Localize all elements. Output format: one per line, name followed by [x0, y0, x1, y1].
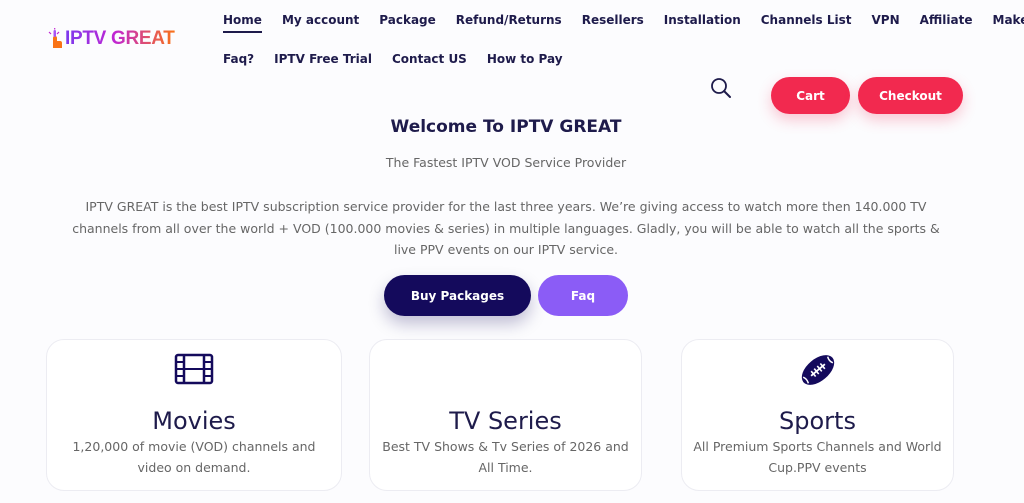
nav-home[interactable]: Home [213, 10, 272, 33]
nav-affiliate[interactable]: Affiliate [910, 10, 983, 30]
feature-title: Movies [152, 407, 236, 435]
feature-card-sports: Sports All Premium Sports Channels and W… [681, 339, 954, 491]
hero-description: IPTV GREAT is the best IPTV subscription… [72, 199, 940, 257]
checkout-button[interactable]: Checkout [858, 77, 963, 114]
hand-pointer-icon [47, 28, 63, 50]
feature-title: TV Series [449, 407, 562, 435]
nav-free-trial[interactable]: IPTV Free Trial [264, 49, 382, 69]
hero-title: Welcome To IPTV GREAT [390, 117, 622, 137]
feature-text: All Premium Sports Channels and World Cu… [693, 439, 942, 475]
feature-text: 1,20,000 of movie (VOD) channels and vid… [72, 439, 316, 475]
feature-text: Best TV Shows & Tv Series of 2026 and Al… [382, 439, 629, 475]
nav-vpn[interactable]: VPN [862, 10, 910, 30]
nav-how-to-pay[interactable]: How to Pay [477, 49, 573, 69]
nav-resellers[interactable]: Resellers [572, 10, 654, 30]
nav-my-account[interactable]: My account [272, 10, 369, 30]
nav-make-money[interactable]: Make $ [983, 10, 1024, 30]
feature-title: Sports [779, 407, 856, 435]
brand-name: IPTV GREAT [65, 28, 175, 49]
secondary-nav: Faq? IPTV Free Trial Contact US How to P… [213, 49, 573, 69]
nav-channels-list[interactable]: Channels List [751, 10, 862, 30]
feature-card-tv-series: TV Series Best TV Shows & Tv Series of 2… [369, 339, 642, 491]
search-icon[interactable] [710, 77, 732, 99]
nav-installation[interactable]: Installation [654, 10, 751, 30]
faq-button[interactable]: Faq [538, 275, 628, 316]
football-icon [798, 352, 838, 386]
nav-contact-us[interactable]: Contact US [382, 49, 477, 69]
film-icon [174, 352, 214, 386]
brand-logo[interactable]: IPTV GREAT [47, 28, 175, 50]
nav-package[interactable]: Package [369, 10, 446, 30]
main-nav: Home My account Package Refund/Returns R… [213, 10, 1024, 33]
hero-tagline: The Fastest IPTV VOD Service Provider [385, 155, 627, 170]
feature-card-movies: Movies 1,20,000 of movie (VOD) channels … [46, 339, 342, 491]
cart-button[interactable]: Cart [771, 77, 850, 114]
nav-faq[interactable]: Faq? [213, 49, 264, 69]
buy-packages-button[interactable]: Buy Packages [384, 275, 531, 316]
nav-refund-returns[interactable]: Refund/Returns [446, 10, 572, 30]
